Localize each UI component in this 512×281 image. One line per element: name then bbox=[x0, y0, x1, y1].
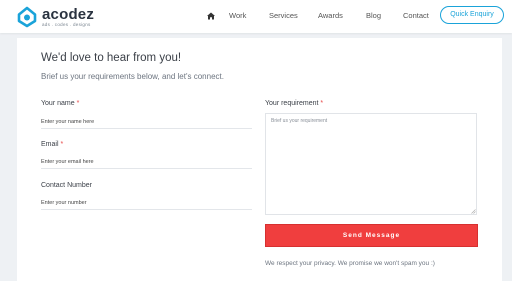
requirement-required-mark: * bbox=[320, 100, 324, 107]
email-required-mark: * bbox=[60, 141, 64, 148]
form-subtitle: Brief us your requirements below, and le… bbox=[41, 72, 224, 81]
quick-enquiry-button[interactable]: Quick Enquiry bbox=[440, 6, 504, 24]
nav-work[interactable]: Work bbox=[229, 11, 246, 20]
email-input[interactable] bbox=[41, 155, 252, 169]
requirement-label: Your requirement * bbox=[265, 100, 323, 107]
logo-mark-icon bbox=[17, 6, 37, 28]
name-label: Your name * bbox=[41, 100, 79, 107]
name-input[interactable] bbox=[41, 115, 252, 129]
resize-grip-icon[interactable] bbox=[471, 209, 476, 214]
form-title: We'd love to hear from you! bbox=[41, 52, 182, 64]
requirement-label-text: Your requirement bbox=[265, 100, 319, 107]
nav-awards[interactable]: Awards bbox=[318, 11, 343, 20]
home-icon[interactable] bbox=[206, 11, 216, 21]
send-message-button[interactable]: Send Message bbox=[265, 224, 478, 247]
name-label-text: Your name bbox=[41, 100, 75, 107]
site-header: acodez ads . codes . designs Work Servic… bbox=[0, 0, 512, 33]
requirement-textarea[interactable] bbox=[265, 113, 477, 215]
nav-contact[interactable]: Contact bbox=[403, 11, 429, 20]
email-label-text: Email bbox=[41, 141, 59, 148]
brand-tagline: ads . codes . designs bbox=[42, 22, 91, 27]
brand-name: acodez bbox=[42, 6, 95, 23]
email-label: Email * bbox=[41, 141, 63, 148]
phone-input[interactable] bbox=[41, 196, 252, 210]
nav-blog[interactable]: Blog bbox=[366, 11, 381, 20]
privacy-note: We respect your privacy. We promise we w… bbox=[265, 260, 435, 267]
acodez-logo[interactable]: acodez ads . codes . designs bbox=[16, 6, 94, 28]
nav-services[interactable]: Services bbox=[269, 11, 298, 20]
name-required-mark: * bbox=[76, 100, 80, 107]
contact-form-card: We'd love to hear from you! Brief us you… bbox=[17, 38, 502, 281]
phone-label: Contact Number bbox=[41, 182, 92, 189]
